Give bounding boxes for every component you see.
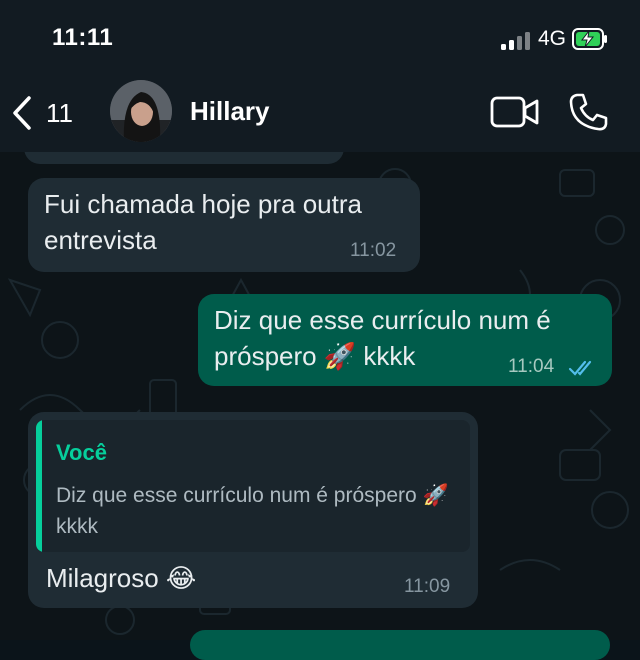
quoted-message[interactable]: Você Diz que esse currículo num é próspe…	[36, 420, 470, 552]
message-bubble-incoming[interactable]: Fui chamada hoje pra outra entrevista 11…	[28, 178, 420, 272]
status-bar: 11:11 4G	[0, 0, 640, 72]
message-text: Fui chamada hoje pra outra entrevista	[44, 189, 362, 255]
message-time: 11:09	[404, 576, 451, 597]
avatar-photo	[110, 80, 172, 142]
contact-name[interactable]: Hillary	[190, 96, 270, 127]
back-button[interactable]: 11	[12, 92, 92, 134]
quote-text: Diz que esse currículo num é próspero 🚀 …	[56, 484, 449, 538]
network-type: 4G	[538, 27, 567, 50]
quote-author: Você	[56, 440, 107, 465]
video-camera-icon[interactable]	[490, 94, 540, 130]
chevron-left-icon	[13, 96, 31, 130]
message-time: 11:02	[350, 240, 397, 261]
unread-count: 11	[46, 97, 73, 128]
read-receipt-icon	[568, 360, 592, 376]
message-bubble-incoming[interactable]: Você Diz que esse currículo num é próspe…	[28, 412, 478, 608]
quote-accent-bar	[36, 420, 42, 552]
message-bubble-outgoing[interactable]	[190, 630, 610, 660]
message-time: 11:04	[508, 356, 555, 377]
battery-charging-icon	[572, 28, 607, 50]
message-bubble-outgoing[interactable]: Diz que esse currículo num é próspero 🚀 …	[198, 294, 612, 386]
status-time: 11:11	[52, 24, 114, 51]
signal-bars-icon	[501, 30, 533, 50]
avatar[interactable]	[110, 80, 172, 142]
message-text: Milagroso 😂	[46, 563, 197, 593]
phone-icon[interactable]	[568, 92, 608, 132]
chat-header: 11 Hillary	[0, 72, 640, 152]
